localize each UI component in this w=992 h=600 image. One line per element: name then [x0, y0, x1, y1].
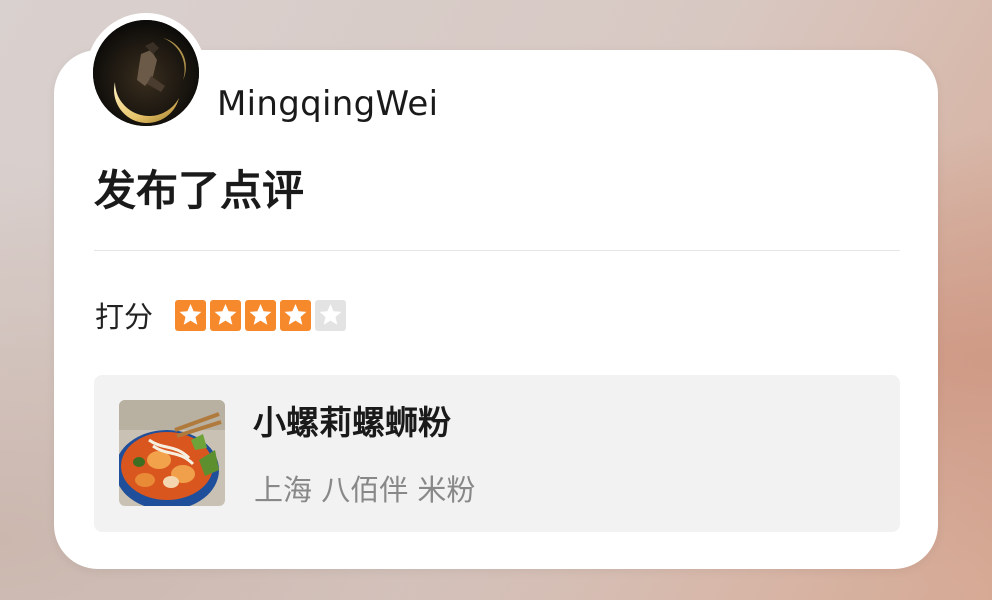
avatar[interactable]: [93, 20, 199, 126]
star-icon: [210, 300, 241, 331]
shop-meta: 上海 八佰伴 米粉: [254, 473, 476, 507]
shop-name[interactable]: 小螺莉螺蛳粉: [253, 400, 451, 446]
username[interactable]: MingqingWei: [217, 82, 438, 126]
shop-thumbnail[interactable]: [119, 400, 225, 506]
action-title: 发布了点评: [94, 166, 305, 215]
star-icon: [175, 300, 206, 331]
star-icon: [280, 300, 311, 331]
crescent-moon-avatar-icon: [93, 20, 199, 126]
star-icon: [315, 300, 346, 331]
divider: [94, 250, 900, 251]
star-icon: [245, 300, 276, 331]
noodle-bowl-thumbnail-icon: [119, 400, 225, 506]
rating-label: 打分: [95, 300, 154, 334]
